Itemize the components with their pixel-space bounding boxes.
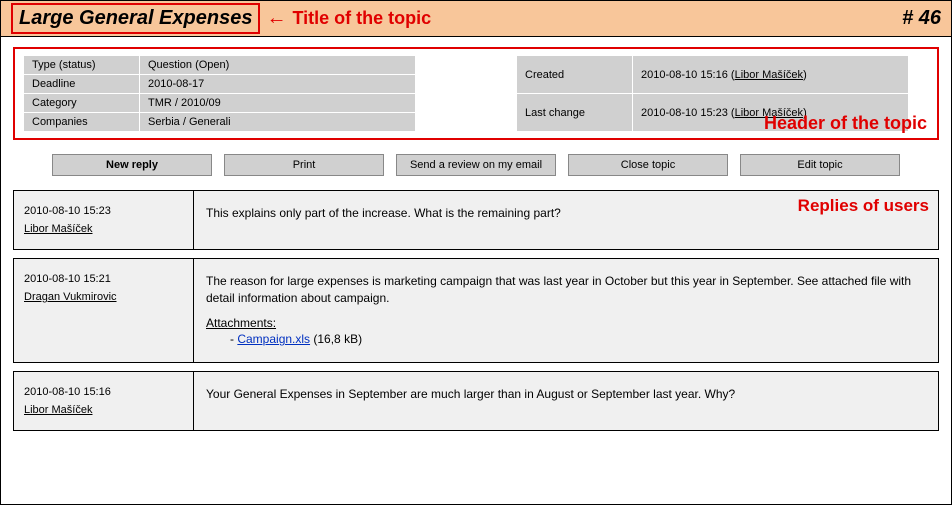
title-bar: Large General Expenses ← Title of the to… <box>1 1 951 37</box>
header-value: Serbia / Generali <box>140 113 415 131</box>
attachment-link[interactable]: Campaign.xls <box>237 332 310 346</box>
reply-body: The reason for large expenses is marketi… <box>194 259 938 362</box>
header-row: Created 2010-08-10 15:16 (Libor Mašíček) <box>517 56 908 93</box>
header-row: Category TMR / 2010/09 <box>24 94 415 112</box>
arrow-left-icon: ← <box>266 7 286 30</box>
header-row: Deadline 2010-08-17 <box>24 75 415 93</box>
attachment-size: (16,8 kB) <box>310 332 362 346</box>
header-value-text: 2010-08-10 15:23 ( <box>641 107 735 119</box>
reply-meta: 2010-08-10 15:21 Dragan Vukmirovic <box>14 259 194 362</box>
content-area: Type (status) Question (Open) Deadline 2… <box>1 37 951 449</box>
attachments-label: Attachments: <box>206 315 926 332</box>
reply-timestamp: 2010-08-10 15:16 <box>24 386 183 398</box>
topic-number: # 46 <box>902 7 941 30</box>
annotation-replies: Replies of users <box>798 196 929 216</box>
reply-author-link[interactable]: Libor Mašíček <box>24 404 92 416</box>
header-key: Companies <box>24 113 139 131</box>
reply-author-link[interactable]: Dragan Vukmirovic <box>24 291 117 303</box>
reply-author-link[interactable]: Libor Mašíček <box>24 223 92 235</box>
header-key: Last change <box>517 94 632 131</box>
attachment-item: - Campaign.xls (16,8 kB) <box>230 331 926 348</box>
header-table-left: Type (status) Question (Open) Deadline 2… <box>23 55 416 132</box>
header-row: Companies Serbia / Generali <box>24 113 415 131</box>
header-row: Type (status) Question (Open) <box>24 56 415 74</box>
header-key: Deadline <box>24 75 139 93</box>
header-key: Category <box>24 94 139 112</box>
close-topic-button[interactable]: Close topic <box>568 154 728 176</box>
annotation-header: Header of the topic <box>764 113 927 134</box>
header-key: Created <box>517 56 632 93</box>
topic-window: Large General Expenses ← Title of the to… <box>0 0 952 505</box>
reply-text: The reason for large expenses is marketi… <box>206 273 926 307</box>
reply-body: Your General Expenses in September are m… <box>194 372 938 430</box>
user-link[interactable]: Libor Mašíček <box>735 69 803 81</box>
reply-text: This explains only part of the increase.… <box>206 206 561 220</box>
header-value-text: 2010-08-10 15:16 ( <box>641 69 735 81</box>
topic-header: Type (status) Question (Open) Deadline 2… <box>13 47 939 140</box>
print-button[interactable]: Print <box>224 154 384 176</box>
reply-item: 2010-08-10 15:16 Libor Mašíček Your Gene… <box>13 371 939 431</box>
reply-meta: 2010-08-10 15:16 Libor Mašíček <box>14 372 194 430</box>
reply-timestamp: 2010-08-10 15:21 <box>24 273 183 285</box>
topic-title: Large General Expenses <box>11 3 260 34</box>
reply-timestamp: 2010-08-10 15:23 <box>24 205 183 217</box>
annotation-title: Title of the topic <box>292 8 431 29</box>
header-value: Question (Open) <box>140 56 415 74</box>
header-value-text: ) <box>803 69 807 81</box>
reply-text: Your General Expenses in September are m… <box>206 387 735 401</box>
header-value: 2010-08-17 <box>140 75 415 93</box>
reply-item: 2010-08-10 15:21 Dragan Vukmirovic The r… <box>13 258 939 363</box>
header-value: 2010-08-10 15:16 (Libor Mašíček) <box>633 56 908 93</box>
edit-topic-button[interactable]: Edit topic <box>740 154 900 176</box>
header-value: TMR / 2010/09 <box>140 94 415 112</box>
new-reply-button[interactable]: New reply <box>52 154 212 176</box>
action-buttons: New reply Print Send a review on my emai… <box>13 154 939 176</box>
replies-list: Replies of users 2010-08-10 15:23 Libor … <box>13 190 939 431</box>
header-key: Type (status) <box>24 56 139 74</box>
send-review-button[interactable]: Send a review on my email <box>396 154 556 176</box>
reply-meta: 2010-08-10 15:23 Libor Mašíček <box>14 191 194 249</box>
